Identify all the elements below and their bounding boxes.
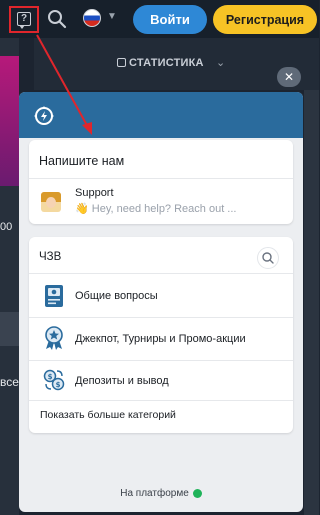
footer-label: На платформе <box>120 488 189 499</box>
support-avatar <box>41 192 61 212</box>
background-left-text: всe <box>0 375 19 389</box>
faq-category-general[interactable]: Общие вопросы <box>75 290 158 302</box>
chevron-down-icon[interactable]: ⌄ <box>216 56 225 69</box>
top-bar: ? ▼ Войти Регистрация <box>0 0 319 38</box>
faq-card: ЧЗВ Общие вопросы Джекпот, Турниры и Про… <box>29 237 293 433</box>
divider <box>29 400 293 401</box>
chevron-down-icon[interactable]: ▼ <box>107 11 117 22</box>
passport-icon <box>45 285 63 307</box>
widget-footer[interactable]: На платформе <box>19 488 303 499</box>
show-more-categories-link[interactable]: Показать больше категорий <box>40 409 176 421</box>
faq-category-deposits[interactable]: Депозиты и вывод <box>75 375 169 387</box>
svg-text:$: $ <box>56 381 61 389</box>
language-flag-icon[interactable] <box>83 9 101 27</box>
widget-header <box>19 92 303 138</box>
stats-icon <box>117 58 126 67</box>
background-promo-banner <box>0 56 19 186</box>
divider <box>29 360 293 361</box>
background-left-field <box>0 312 19 346</box>
support-name: Support <box>75 187 114 199</box>
help-widget: Напишите нам Support 👋 Hey, need help? R… <box>19 92 303 512</box>
background-left-text: 00 <box>0 221 13 233</box>
login-button[interactable]: Войти <box>133 5 207 34</box>
help-icon: ? <box>17 12 31 26</box>
contact-card[interactable]: Напишите нам Support 👋 Hey, need help? R… <box>29 140 293 224</box>
contact-title[interactable]: Напишите нам <box>39 154 124 168</box>
faq-search-button[interactable] <box>257 247 279 269</box>
money-exchange-icon: $ $ <box>43 369 65 391</box>
search-icon <box>262 252 274 264</box>
divider <box>29 317 293 318</box>
svg-text:$: $ <box>48 373 53 381</box>
platform-badge-icon <box>192 488 202 498</box>
faq-title: ЧЗВ <box>39 251 62 263</box>
background-right-panel <box>304 90 319 515</box>
close-widget-button[interactable]: ✕ <box>277 67 301 87</box>
help-icon-tail <box>19 25 25 29</box>
register-button[interactable]: Регистрация <box>213 5 317 34</box>
brand-logo-icon <box>34 106 54 125</box>
award-badge-icon <box>45 326 63 350</box>
divider <box>29 273 293 274</box>
support-message-preview[interactable]: 👋 Hey, need help? Reach out ... <box>75 202 236 215</box>
help-button[interactable]: ? <box>9 6 39 33</box>
search-icon[interactable] <box>47 9 67 29</box>
stat-label[interactable]: СТАТИСТИКА <box>129 57 204 69</box>
faq-category-jackpot[interactable]: Джекпот, Турниры и Промо-акции <box>75 333 246 345</box>
divider <box>29 178 293 179</box>
